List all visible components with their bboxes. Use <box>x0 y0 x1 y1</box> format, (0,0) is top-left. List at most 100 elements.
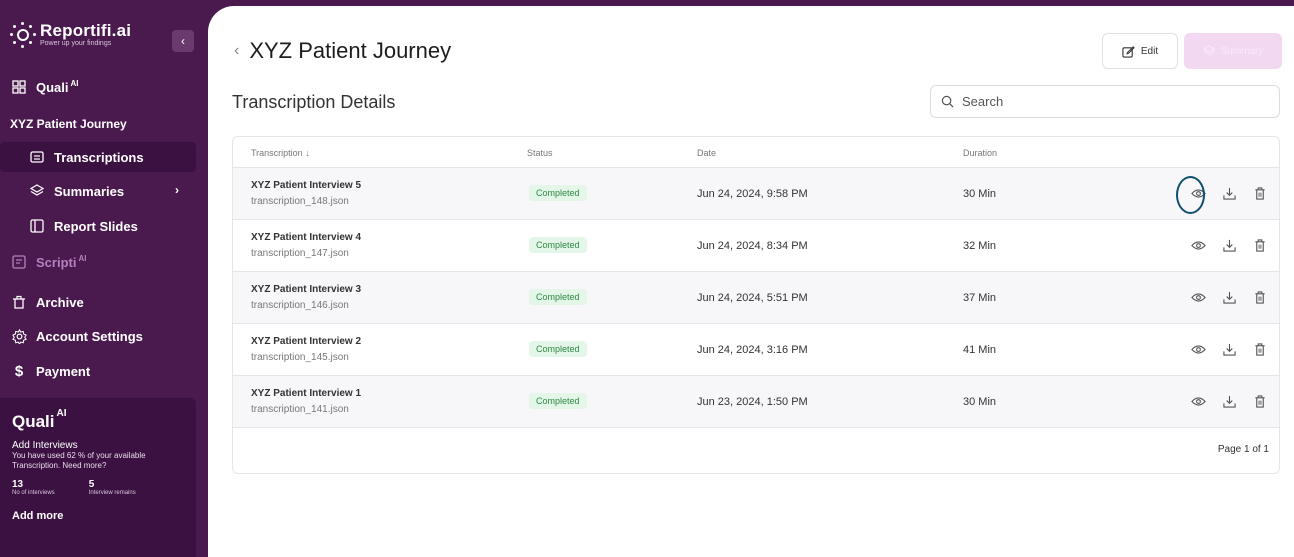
status-badge: Completed <box>529 341 587 357</box>
eye-icon[interactable] <box>1189 340 1207 358</box>
date-cell: Jun 24, 2024, 3:16 PM <box>697 344 808 356</box>
sidebar-item-summaries[interactable]: Summaries › <box>0 176 196 206</box>
status-badge: Completed <box>529 237 587 253</box>
date-cell: Jun 24, 2024, 9:58 PM <box>697 188 808 200</box>
dollar-icon: $ <box>14 362 24 380</box>
slides-icon <box>28 217 46 235</box>
sort-arrow-down-icon: ↓ <box>305 148 310 158</box>
summary-button-label: Summary <box>1220 45 1264 57</box>
trash-icon[interactable] <box>1251 236 1269 254</box>
trash-icon[interactable] <box>1251 340 1269 358</box>
nav-scripti[interactable]: Scripti AI <box>0 247 196 277</box>
nav-quali[interactable]: Quali AI <box>0 72 196 102</box>
status-badge: Completed <box>529 393 587 409</box>
date-cell: Jun 24, 2024, 8:34 PM <box>697 240 808 252</box>
app: Reportifi.ai Power up your findings ‹ Qu… <box>0 0 1294 557</box>
highlight-circle <box>1176 176 1205 214</box>
file-name: transcription_146.json <box>251 300 349 311</box>
table-footer: Page 1 of 1 <box>233 427 1279 473</box>
project-name[interactable]: XYZ Patient Journey <box>0 109 196 139</box>
table-row[interactable]: XYZ Patient Interview 2 transcription_14… <box>233 323 1279 375</box>
quota-text: You have used 62 % of your available Tra… <box>12 451 146 470</box>
chevron-left-icon: ‹ <box>181 34 185 48</box>
status-badge: Completed <box>529 289 587 305</box>
gear-icon <box>10 327 28 345</box>
brand-tagline: Power up your findings <box>40 40 112 47</box>
search-box[interactable] <box>930 85 1280 118</box>
eye-icon[interactable] <box>1189 288 1207 306</box>
archive-icon <box>10 293 28 311</box>
nav-account-settings[interactable]: Account Settings <box>0 321 196 351</box>
duration-cell: 41 Min <box>963 344 997 356</box>
table-row[interactable]: XYZ Patient Interview 3 transcription_14… <box>233 271 1279 323</box>
download-icon[interactable] <box>1220 392 1238 410</box>
grid-icon <box>10 78 28 96</box>
nav-account-settings-label: Account Settings <box>36 328 143 344</box>
eye-icon[interactable] <box>1189 392 1207 410</box>
download-icon[interactable] <box>1220 288 1238 306</box>
back-chevron-icon[interactable]: ‹ <box>234 42 239 60</box>
sidebar-item-label: Report Slides <box>54 218 138 234</box>
nav-scripti-label: Scripti <box>36 254 77 270</box>
sidebar: Reportifi.ai Power up your findings ‹ Qu… <box>0 0 206 557</box>
file-name: transcription_141.json <box>251 404 349 415</box>
nav-archive[interactable]: Archive <box>0 287 196 317</box>
trash-icon[interactable] <box>1251 184 1269 202</box>
chevron-right-icon: › <box>175 183 179 197</box>
duration-cell: 32 Min <box>963 240 997 252</box>
nav-quali-label: Quali <box>36 79 69 95</box>
search-icon <box>941 95 954 108</box>
transcriptions-table: Transcription ↓ Status Date Duration XYZ… <box>232 136 1280 474</box>
column-transcription[interactable]: Transcription ↓ <box>251 148 310 158</box>
search-input[interactable] <box>962 94 1262 109</box>
layers-icon <box>1202 45 1215 57</box>
interview-name: XYZ Patient Interview 4 <box>251 232 362 243</box>
folder-icon <box>28 148 46 166</box>
trash-icon[interactable] <box>1251 288 1269 306</box>
download-icon[interactable] <box>1220 236 1238 254</box>
remaining-stat: 5 Interview remains <box>88 479 136 496</box>
edit-button-label: Edit <box>1140 45 1159 57</box>
column-status: Status <box>527 148 553 158</box>
interview-name: XYZ Patient Interview 1 <box>251 388 362 399</box>
download-icon[interactable] <box>1220 184 1238 202</box>
quota-title: Quali AI <box>12 408 67 431</box>
pagination-label: Page 1 of 1 <box>1217 444 1269 455</box>
nav-payment[interactable]: $ Payment <box>0 356 196 386</box>
interview-name: XYZ Patient Interview 3 <box>251 284 362 295</box>
file-name: transcription_145.json <box>251 352 349 363</box>
nav-scripti-sup: AI <box>78 253 87 263</box>
sidebar-item-transcriptions[interactable]: Transcriptions <box>0 142 196 172</box>
interview-name: XYZ Patient Interview 5 <box>251 180 362 191</box>
file-name: transcription_148.json <box>251 196 349 207</box>
summary-button[interactable]: Summary <box>1184 33 1282 69</box>
table-row[interactable]: XYZ Patient Interview 1 transcription_14… <box>233 375 1279 427</box>
table-header: Transcription ↓ Status Date Duration <box>233 137 1279 168</box>
table-row[interactable]: XYZ Patient Interview 5 transcription_14… <box>233 167 1279 219</box>
layers-icon <box>28 182 46 200</box>
status-badge: Completed <box>529 185 587 201</box>
interviews-stat: 13 No of interviews <box>12 479 55 496</box>
column-date: Date <box>697 148 717 158</box>
page-title-text: XYZ Patient Journey <box>249 38 452 63</box>
page-title: ‹ XYZ Patient Journey <box>234 38 451 64</box>
add-more-link[interactable]: Add more <box>12 510 184 522</box>
sidebar-item-report-slides[interactable]: Report Slides <box>0 211 196 241</box>
duration-cell: 37 Min <box>963 292 997 304</box>
edit-button[interactable]: Edit <box>1102 33 1178 69</box>
collapse-sidebar-button[interactable]: ‹ <box>172 30 194 52</box>
interview-name: XYZ Patient Interview 2 <box>251 336 362 347</box>
edit-icon <box>1122 45 1135 58</box>
nav-quali-sup: AI <box>70 78 79 88</box>
logo: Reportifi.ai Power up your findings <box>10 22 131 48</box>
section-title: Transcription Details <box>232 92 396 112</box>
file-name: transcription_147.json <box>251 248 349 259</box>
eye-icon[interactable] <box>1189 236 1207 254</box>
quota-card: Quali AI Add Interviews You have used 62 … <box>0 398 196 557</box>
download-icon[interactable] <box>1220 340 1238 358</box>
document-icon <box>10 253 28 271</box>
trash-icon[interactable] <box>1251 392 1269 410</box>
date-cell: Jun 23, 2024, 1:50 PM <box>697 396 808 408</box>
duration-cell: 30 Min <box>963 188 997 200</box>
table-row[interactable]: XYZ Patient Interview 4 transcription_14… <box>233 219 1279 271</box>
